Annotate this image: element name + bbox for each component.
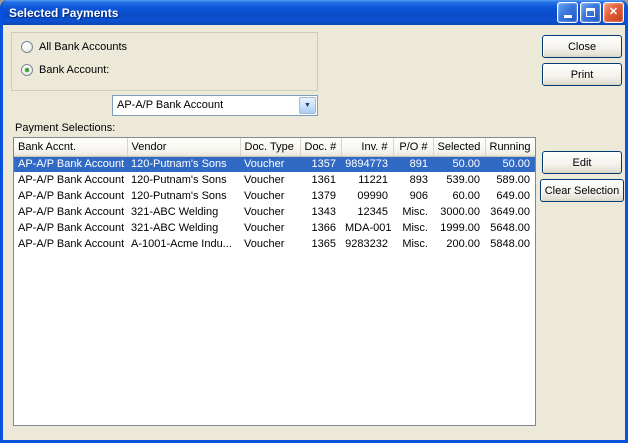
- table-cell: 9283232: [345, 238, 388, 250]
- table-header-row: Bank Accnt. Vendor Doc. Type Doc. # Inv. # P/…: [14, 138, 535, 157]
- table-cell: Misc.: [402, 206, 428, 218]
- table-cell: 589.00: [496, 174, 530, 186]
- table-row[interactable]: AP-A/P Bank Account 120-Putnam's Sons Vouc…: [14, 156, 535, 172]
- clear-selection-button[interactable]: Clear Selection: [540, 179, 624, 202]
- table-cell: Voucher: [244, 238, 285, 250]
- payment-selections-label: Payment Selections:: [15, 122, 116, 134]
- table-cell: Misc.: [402, 222, 428, 234]
- table-cell: 120-Putnam's Sons: [131, 190, 227, 202]
- bank-account-groupbox: All Bank Accounts Bank Account: AP-A/P B…: [11, 32, 318, 116]
- table-row[interactable]: AP-A/P Bank Account 120-Putnam's Sons Vouc…: [14, 188, 535, 204]
- table-cell: AP-A/P Bank Account: [18, 238, 125, 250]
- table-row[interactable]: AP-A/P Bank Account 321-ABC Welding Vouche…: [14, 204, 535, 220]
- bank-account-combobox[interactable]: AP-A/P Bank Account ▼: [112, 95, 318, 116]
- table-cell: 120-Putnam's Sons: [127, 156, 240, 172]
- table-cell: Voucher: [244, 206, 285, 218]
- radio-all-label: All Bank Accounts: [39, 41, 128, 53]
- table-cell: 120-Putnam's Sons: [131, 174, 227, 186]
- close-window-button[interactable]: ✕: [603, 1, 624, 23]
- dialog-window: Selected Payments ✕ All Bank Accounts Ba…: [0, 0, 628, 443]
- table-cell: 1343: [311, 206, 336, 218]
- table-cell: MDA-001: [345, 222, 392, 234]
- table-cell: 321-ABC Welding: [131, 222, 219, 234]
- table-cell: A-1001-Acme Indu...: [131, 238, 232, 250]
- close-button[interactable]: Close: [542, 35, 622, 58]
- column-header[interactable]: P/O #: [393, 138, 434, 157]
- table-cell: 1361: [311, 174, 336, 186]
- table-cell: 12345: [357, 206, 388, 218]
- radio-bank-icon[interactable]: [21, 64, 33, 76]
- table-cell: 09990: [357, 190, 388, 202]
- column-header[interactable]: Running: [485, 138, 535, 157]
- radio-all-icon[interactable]: [21, 41, 33, 53]
- table-cell: 5848.00: [490, 238, 530, 250]
- table-cell: AP-A/P Bank Account: [14, 156, 127, 172]
- table-cell: 1379: [311, 190, 336, 202]
- table-cell: 649.00: [496, 190, 530, 202]
- chevron-down-icon[interactable]: ▼: [299, 97, 316, 114]
- table-cell: 50.00: [485, 156, 535, 172]
- payments-table-container: Bank Accnt. Vendor Doc. Type Doc. # Inv. # P/…: [13, 137, 536, 426]
- table-cell: 60.00: [452, 190, 480, 202]
- table-cell: 3649.00: [490, 206, 530, 218]
- table-cell: 50.00: [433, 156, 485, 172]
- maximize-icon: [586, 7, 595, 17]
- table-cell: 539.00: [446, 174, 480, 186]
- column-header[interactable]: Vendor: [127, 138, 241, 157]
- table-cell: 5648.00: [490, 222, 530, 234]
- column-header[interactable]: Doc. Type: [240, 138, 301, 157]
- table-cell: 9894773: [341, 156, 393, 172]
- radio-bank-label: Bank Account:: [39, 64, 110, 76]
- bank-account-selected-value: AP-A/P Bank Account: [117, 99, 224, 111]
- column-header[interactable]: Selected: [433, 138, 486, 157]
- titlebar[interactable]: Selected Payments ✕: [3, 0, 625, 25]
- window-controls: ✕: [557, 1, 624, 23]
- table-cell: 906: [409, 190, 428, 202]
- table-cell: Misc.: [402, 238, 428, 250]
- table-cell: 1357: [300, 156, 341, 172]
- table-cell: Voucher: [240, 156, 300, 172]
- table-body: AP-A/P Bank Account 120-Putnam's Sons Vouc…: [14, 156, 535, 252]
- minimize-icon: [563, 15, 572, 18]
- close-icon: ✕: [608, 5, 619, 18]
- table-cell: 3000.00: [440, 206, 480, 218]
- edit-button[interactable]: Edit: [542, 151, 622, 174]
- maximize-button[interactable]: [580, 1, 601, 23]
- window-title: Selected Payments: [9, 5, 119, 20]
- table-cell: AP-A/P Bank Account: [18, 190, 125, 202]
- table-cell: 1365: [311, 238, 336, 250]
- table-row[interactable]: AP-A/P Bank Account 120-Putnam's Sons Vouc…: [14, 172, 535, 188]
- table-cell: 1999.00: [440, 222, 480, 234]
- table-cell: 11221: [358, 174, 388, 186]
- table-cell: 200.00: [446, 238, 480, 250]
- table-row[interactable]: AP-A/P Bank Account A-1001-Acme Indu... Vo…: [14, 236, 535, 252]
- table-cell: AP-A/P Bank Account: [18, 222, 125, 234]
- print-button[interactable]: Print: [542, 63, 622, 86]
- table-cell: Voucher: [244, 222, 285, 234]
- minimize-button[interactable]: [557, 1, 578, 23]
- column-header[interactable]: Bank Accnt.: [14, 138, 128, 157]
- table-cell: AP-A/P Bank Account: [18, 174, 125, 186]
- table-cell: AP-A/P Bank Account: [18, 206, 125, 218]
- table-cell: 891: [393, 156, 433, 172]
- table-cell: 1366: [311, 222, 336, 234]
- table-cell: Voucher: [244, 174, 285, 186]
- table-cell: 893: [409, 174, 428, 186]
- table-row[interactable]: AP-A/P Bank Account 321-ABC Welding Vouche…: [14, 220, 535, 236]
- payments-table: Bank Accnt. Vendor Doc. Type Doc. # Inv. # P/…: [14, 138, 535, 252]
- table-cell: Voucher: [244, 190, 285, 202]
- table-cell: 321-ABC Welding: [131, 206, 219, 218]
- column-header[interactable]: Doc. #: [300, 138, 342, 157]
- radio-all-bank-accounts[interactable]: All Bank Accounts: [21, 41, 127, 53]
- column-header[interactable]: Inv. #: [341, 138, 394, 157]
- radio-bank-account[interactable]: Bank Account:: [21, 64, 109, 76]
